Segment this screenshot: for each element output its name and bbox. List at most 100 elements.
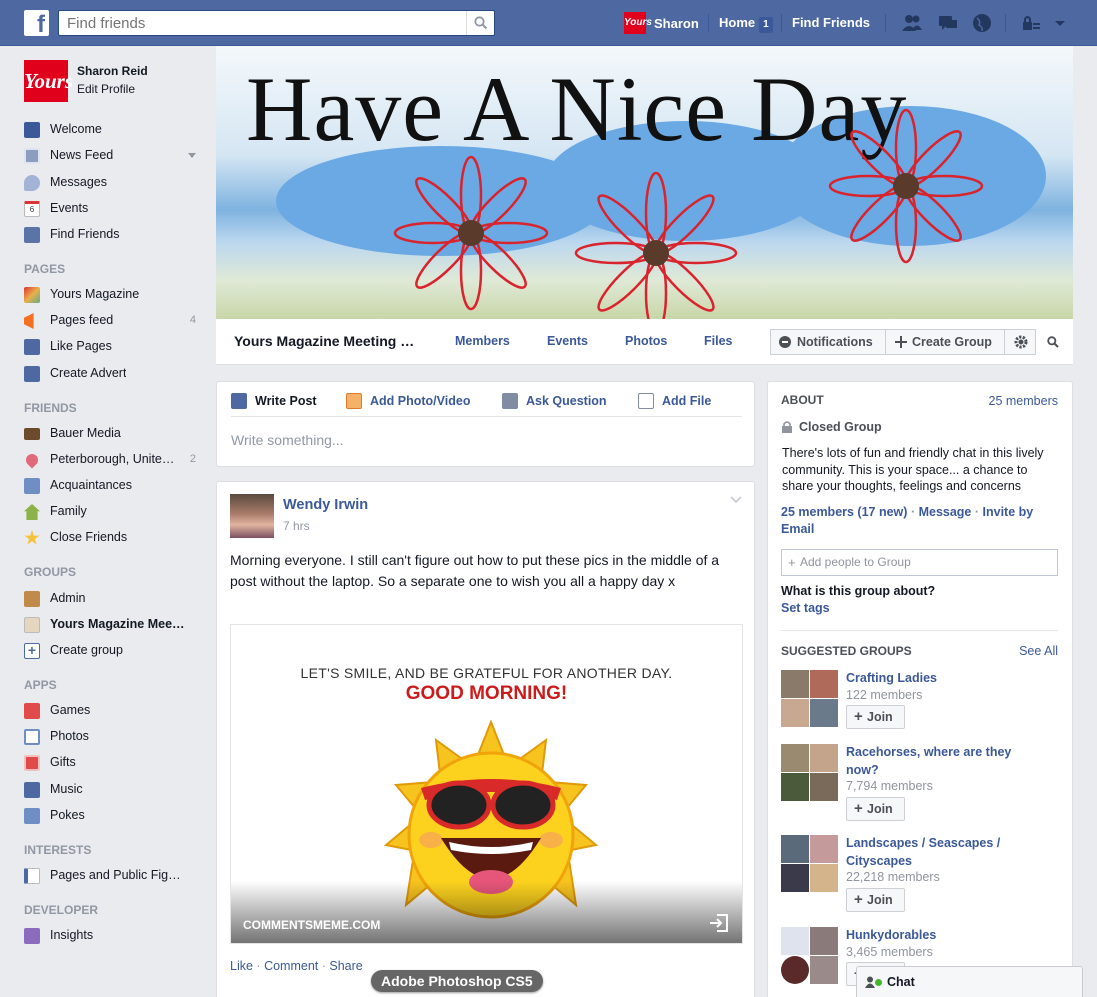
suggested-group-name[interactable]: Racehorses, where are they now? bbox=[846, 743, 1046, 779]
search-button[interactable] bbox=[466, 11, 494, 35]
write-post-tab[interactable]: Write Post bbox=[231, 391, 317, 411]
suggested-group-name[interactable]: Landscapes / Seascapes / Cityscapes bbox=[846, 834, 1046, 870]
post-image[interactable]: LET'S SMILE, AND BE GRATEFUL FOR ANOTHER… bbox=[230, 624, 743, 944]
like-link[interactable]: Like bbox=[230, 959, 253, 973]
nav-divider bbox=[708, 14, 709, 32]
image-overlay bbox=[231, 881, 742, 943]
sidebar-item-acquaintances[interactable]: Acquaintances bbox=[24, 474, 200, 496]
sidebar-item-label: Welcome bbox=[50, 122, 102, 136]
comment-link[interactable]: Comment bbox=[264, 959, 318, 973]
share-external-icon[interactable] bbox=[708, 913, 730, 933]
sidebar-item-create-advert[interactable]: Create Advert bbox=[24, 362, 200, 384]
flowers-illustration bbox=[393, 108, 984, 319]
find-friends-link[interactable]: Find Friends bbox=[792, 12, 870, 34]
sidebar-item-messages[interactable]: Messages bbox=[24, 171, 200, 193]
home-link[interactable]: Home 1 bbox=[719, 12, 773, 34]
online-status-dot bbox=[875, 979, 882, 986]
search-input[interactable] bbox=[59, 11, 459, 35]
settings-button[interactable] bbox=[1004, 329, 1036, 355]
sidebar-item-label: News Feed bbox=[50, 148, 114, 162]
share-link[interactable]: Share bbox=[329, 959, 362, 973]
add-photo-video-tab[interactable]: Add Photo/Video bbox=[346, 391, 470, 411]
add-photo-video-label: Add Photo/Video bbox=[370, 394, 471, 408]
music-note-icon bbox=[24, 782, 40, 798]
group-thumbnails[interactable] bbox=[781, 744, 838, 801]
section-heading-pages: PAGES bbox=[24, 262, 66, 276]
set-tags-link[interactable]: Set tags bbox=[781, 601, 830, 615]
sidebar-item-photos[interactable]: Photos bbox=[24, 725, 200, 747]
account-menu-chevron-icon[interactable] bbox=[1049, 12, 1071, 34]
sidebar-item-like-pages[interactable]: Like Pages bbox=[24, 335, 200, 357]
sidebar-item-label: Peterborough, Unite… bbox=[50, 452, 175, 466]
chevron-down-icon[interactable] bbox=[188, 153, 196, 158]
sidebar-item-yours-magazine-meeting[interactable]: Yours Magazine Mee… bbox=[24, 613, 200, 635]
notifications-button[interactable]: Notifications bbox=[770, 329, 886, 355]
create-group-button[interactable]: Create Group bbox=[885, 329, 1005, 355]
privacy-shortcuts-icon[interactable] bbox=[1020, 12, 1042, 34]
sidebar-item-pages-public-figures[interactable]: Pages and Public Fig… bbox=[24, 864, 200, 886]
group-thumbnails[interactable] bbox=[781, 835, 838, 892]
join-button[interactable]: Join bbox=[846, 705, 905, 729]
post-timestamp[interactable]: 7 hrs bbox=[283, 519, 310, 533]
suggested-group-members: 122 members bbox=[846, 688, 923, 702]
sidebar-item-gifts[interactable]: Gifts bbox=[24, 751, 200, 773]
messages-icon[interactable] bbox=[937, 12, 959, 34]
sidebar-item-bauer-media[interactable]: Bauer Media bbox=[24, 422, 200, 444]
suggested-group-name[interactable]: Hunkydorables bbox=[846, 926, 1046, 944]
suggested-group-name[interactable]: Crafting Ladies bbox=[846, 669, 1046, 687]
join-button[interactable]: Join bbox=[846, 797, 905, 821]
image-source-credit[interactable]: COMMENTSMEME.COM bbox=[243, 918, 380, 932]
cover-photo[interactable]: Have A Nice Day bbox=[216, 46, 1073, 319]
sidebar-profile[interactable]: Yours Sharon Reid Edit Profile bbox=[24, 60, 204, 102]
notifications-label: Notifications bbox=[797, 335, 873, 349]
globe-notifications-icon[interactable] bbox=[971, 12, 993, 34]
sidebar-item-events[interactable]: 6 Events bbox=[24, 197, 200, 219]
tab-files[interactable]: Files bbox=[704, 334, 733, 348]
message-link[interactable]: Message bbox=[919, 505, 972, 519]
tab-members[interactable]: Members bbox=[455, 334, 510, 348]
profile-link[interactable]: Yours Sharon bbox=[624, 12, 699, 34]
members-stat-link[interactable]: 25 members (17 new) bbox=[781, 505, 907, 519]
edit-profile-link[interactable]: Edit Profile bbox=[77, 82, 135, 96]
sidebar-item-insights[interactable]: Insights bbox=[24, 924, 200, 946]
tab-events[interactable]: Events bbox=[547, 334, 588, 348]
tab-photos[interactable]: Photos bbox=[625, 334, 667, 348]
sidebar-item-pokes[interactable]: Pokes bbox=[24, 804, 200, 826]
chevron-down-icon[interactable] bbox=[730, 496, 742, 504]
avatar[interactable] bbox=[230, 494, 274, 538]
sidebar-item-peterborough[interactable]: Peterborough, Unite… 2 bbox=[23, 448, 200, 470]
friend-requests-icon[interactable] bbox=[901, 12, 923, 34]
sidebar-item-close-friends[interactable]: Close Friends bbox=[24, 526, 200, 548]
section-heading-apps: APPS bbox=[24, 678, 57, 692]
group-thumbnails[interactable] bbox=[781, 927, 838, 984]
sidebar-item-games[interactable]: Games bbox=[24, 699, 200, 721]
profile-name[interactable]: Sharon Reid bbox=[77, 64, 148, 78]
sidebar-item-create-group[interactable]: + Create group bbox=[24, 639, 200, 661]
post-author[interactable]: Wendy Irwin bbox=[283, 497, 368, 513]
group-thumbnails[interactable] bbox=[781, 670, 838, 727]
sidebar-item-find-friends[interactable]: Find Friends bbox=[24, 223, 200, 245]
facebook-icon bbox=[24, 122, 40, 138]
group-name[interactable]: Yours Magazine Meeting … bbox=[234, 333, 414, 349]
post-text-input[interactable]: Write something... bbox=[231, 432, 344, 448]
facebook-logo-icon[interactable]: f bbox=[24, 10, 49, 36]
ask-question-tab[interactable]: Ask Question bbox=[502, 391, 607, 411]
add-people-input[interactable]: + Add people to Group bbox=[781, 549, 1058, 576]
image-headline: GOOD MORNING! bbox=[405, 683, 568, 704]
news-feed-icon bbox=[24, 148, 40, 164]
chat-bar[interactable]: Chat bbox=[856, 966, 1083, 997]
sidebar-item-admin[interactable]: Admin bbox=[24, 587, 200, 609]
sidebar-item-welcome[interactable]: Welcome bbox=[24, 118, 200, 140]
avatar[interactable]: Yours bbox=[24, 60, 73, 102]
search-icon[interactable] bbox=[1047, 336, 1059, 348]
sidebar-item-pages-feed[interactable]: Pages feed 4 bbox=[24, 309, 200, 331]
sidebar-item-news-feed[interactable]: News Feed bbox=[24, 144, 200, 166]
search-icon bbox=[474, 16, 488, 30]
add-file-tab[interactable]: Add File bbox=[638, 391, 711, 411]
sidebar-item-yours-magazine[interactable]: Yours Magazine bbox=[24, 283, 200, 305]
members-count-link[interactable]: 25 members bbox=[989, 394, 1058, 408]
see-all-link[interactable]: See All bbox=[1019, 644, 1058, 658]
sidebar-item-family[interactable]: Family bbox=[24, 500, 200, 522]
join-button[interactable]: Join bbox=[846, 888, 905, 912]
sidebar-item-music[interactable]: Music bbox=[24, 778, 200, 800]
